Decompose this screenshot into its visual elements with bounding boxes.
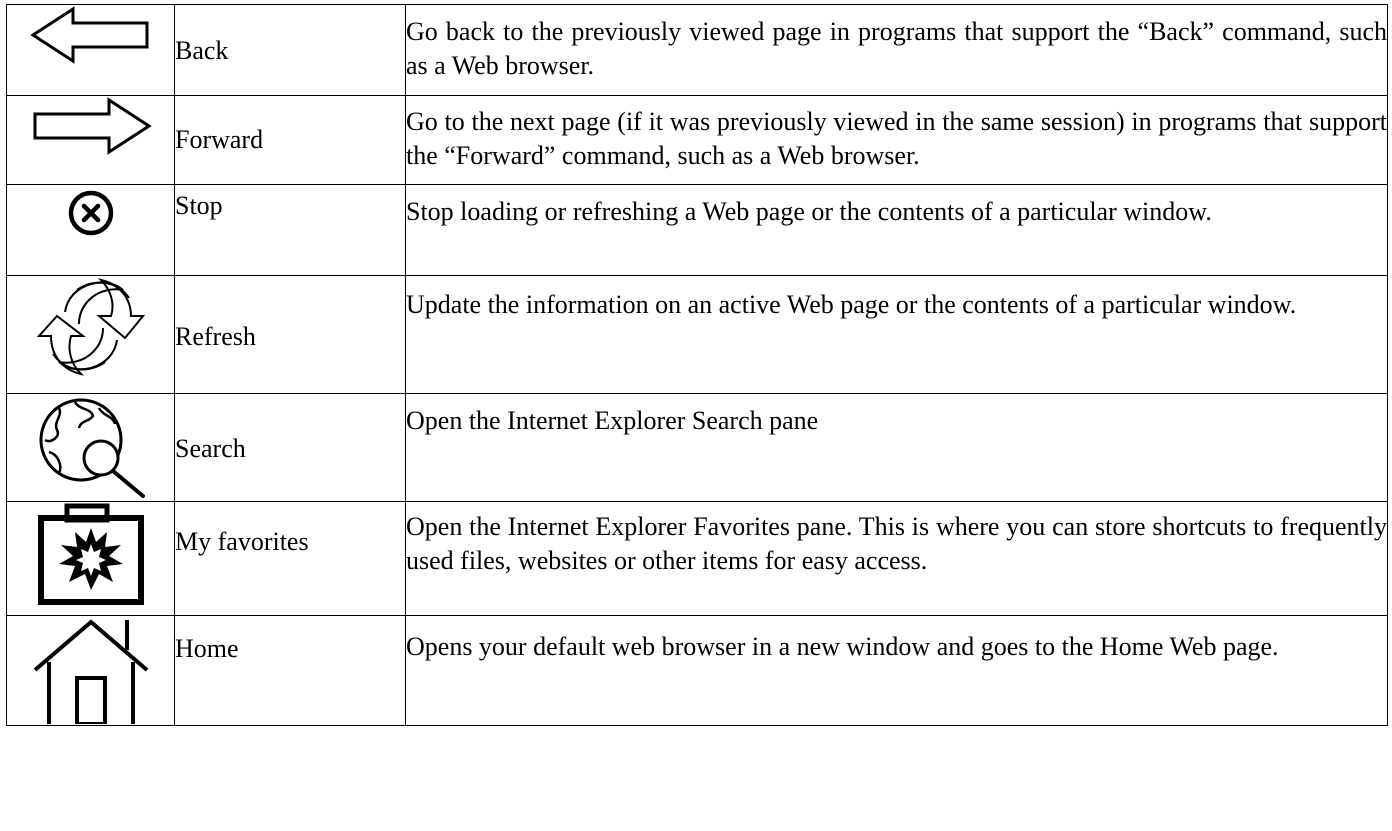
table-row: Search Open the Internet Explorer Search… xyxy=(6,393,1388,502)
icon-description: Stop loading or refreshing a Web page or… xyxy=(406,197,1212,226)
icon-name: Forward xyxy=(175,125,264,154)
icon-name: Refresh xyxy=(175,322,256,351)
icon-name-cell: Search xyxy=(174,393,406,502)
home-icon xyxy=(33,619,148,724)
stop-icon xyxy=(68,190,113,236)
forward-arrow-icon xyxy=(33,97,152,155)
icon-description: Open the Internet Explorer Search pane xyxy=(406,406,819,435)
icon-description-cell: Open the Internet Explorer Search pane xyxy=(405,393,1388,502)
icon-name-cell: Back xyxy=(174,4,406,96)
table-row: Refresh Update the information on an act… xyxy=(6,275,1388,394)
icon-cell xyxy=(6,95,175,185)
icon-name: My favorites xyxy=(175,527,309,556)
icon-name-cell: Home xyxy=(174,615,406,726)
icon-description: Opens your default web browser in a new … xyxy=(406,632,1279,661)
icon-cell xyxy=(6,275,175,394)
icon-name: Back xyxy=(175,36,229,65)
table-row: Forward Go to the next page (if it was p… xyxy=(6,95,1388,185)
icon-description: Open the Internet Explorer Favorites pan… xyxy=(406,512,1387,575)
toolbar-icons-table: Back Go back to the previously viewed pa… xyxy=(6,4,1388,726)
table-row: My favorites Open the Internet Explorer … xyxy=(6,501,1388,616)
icon-description-cell: Opens your default web browser in a new … xyxy=(405,615,1388,726)
icon-description-cell: Open the Internet Explorer Favorites pan… xyxy=(405,501,1388,616)
icon-description-cell: Go to the next page (if it was previousl… xyxy=(405,95,1388,185)
icon-name-cell: Refresh xyxy=(174,275,406,394)
icon-name-cell: Stop xyxy=(174,184,406,276)
globe-search-icon xyxy=(39,398,145,498)
table-row: Home Opens your default web browser in a… xyxy=(6,615,1388,726)
icon-description-cell: Stop loading or refreshing a Web page or… xyxy=(405,184,1388,276)
icon-cell xyxy=(6,501,175,616)
icon-cell xyxy=(6,615,175,726)
icon-description: Go back to the previously viewed page in… xyxy=(406,17,1387,80)
icon-name: Search xyxy=(175,434,246,463)
icon-description-cell: Update the information on an active Web … xyxy=(405,275,1388,394)
table-row: Back Go back to the previously viewed pa… xyxy=(6,4,1388,96)
favorites-folder-icon xyxy=(37,503,144,605)
icon-description: Update the information on an active Web … xyxy=(406,290,1297,319)
table-row: Stop Stop loading or refreshing a Web pa… xyxy=(6,184,1388,276)
refresh-icon xyxy=(36,278,145,376)
icon-cell xyxy=(6,184,175,276)
icon-cell xyxy=(6,393,175,502)
icon-name: Stop xyxy=(175,191,223,220)
icon-description: Go to the next page (if it was previousl… xyxy=(406,107,1387,170)
icon-name-cell: Forward xyxy=(174,95,406,185)
icon-cell xyxy=(6,4,175,96)
icon-description-cell: Go back to the previously viewed page in… xyxy=(405,4,1388,96)
back-arrow-icon xyxy=(29,6,148,64)
icon-name: Home xyxy=(175,634,239,663)
icon-name-cell: My favorites xyxy=(174,501,406,616)
